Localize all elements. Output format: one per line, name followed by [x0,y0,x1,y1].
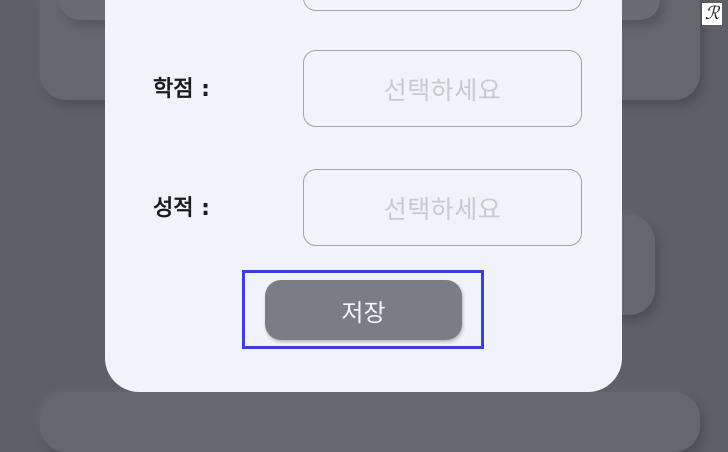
grade-select-placeholder: 선택하세요 [383,194,502,224]
credit-select[interactable]: 선택하세요 [303,50,582,127]
grade-select[interactable]: 선택하세요 [303,169,582,246]
credit-select-placeholder: 선택하세요 [383,75,502,105]
previous-field-select[interactable] [303,0,582,11]
corner-logo-badge: ℛ [702,3,722,25]
background-card [40,392,700,452]
grade-label: 성적 : [153,196,210,221]
credit-label: 학점 : [153,77,210,102]
save-button-highlight [242,270,484,349]
